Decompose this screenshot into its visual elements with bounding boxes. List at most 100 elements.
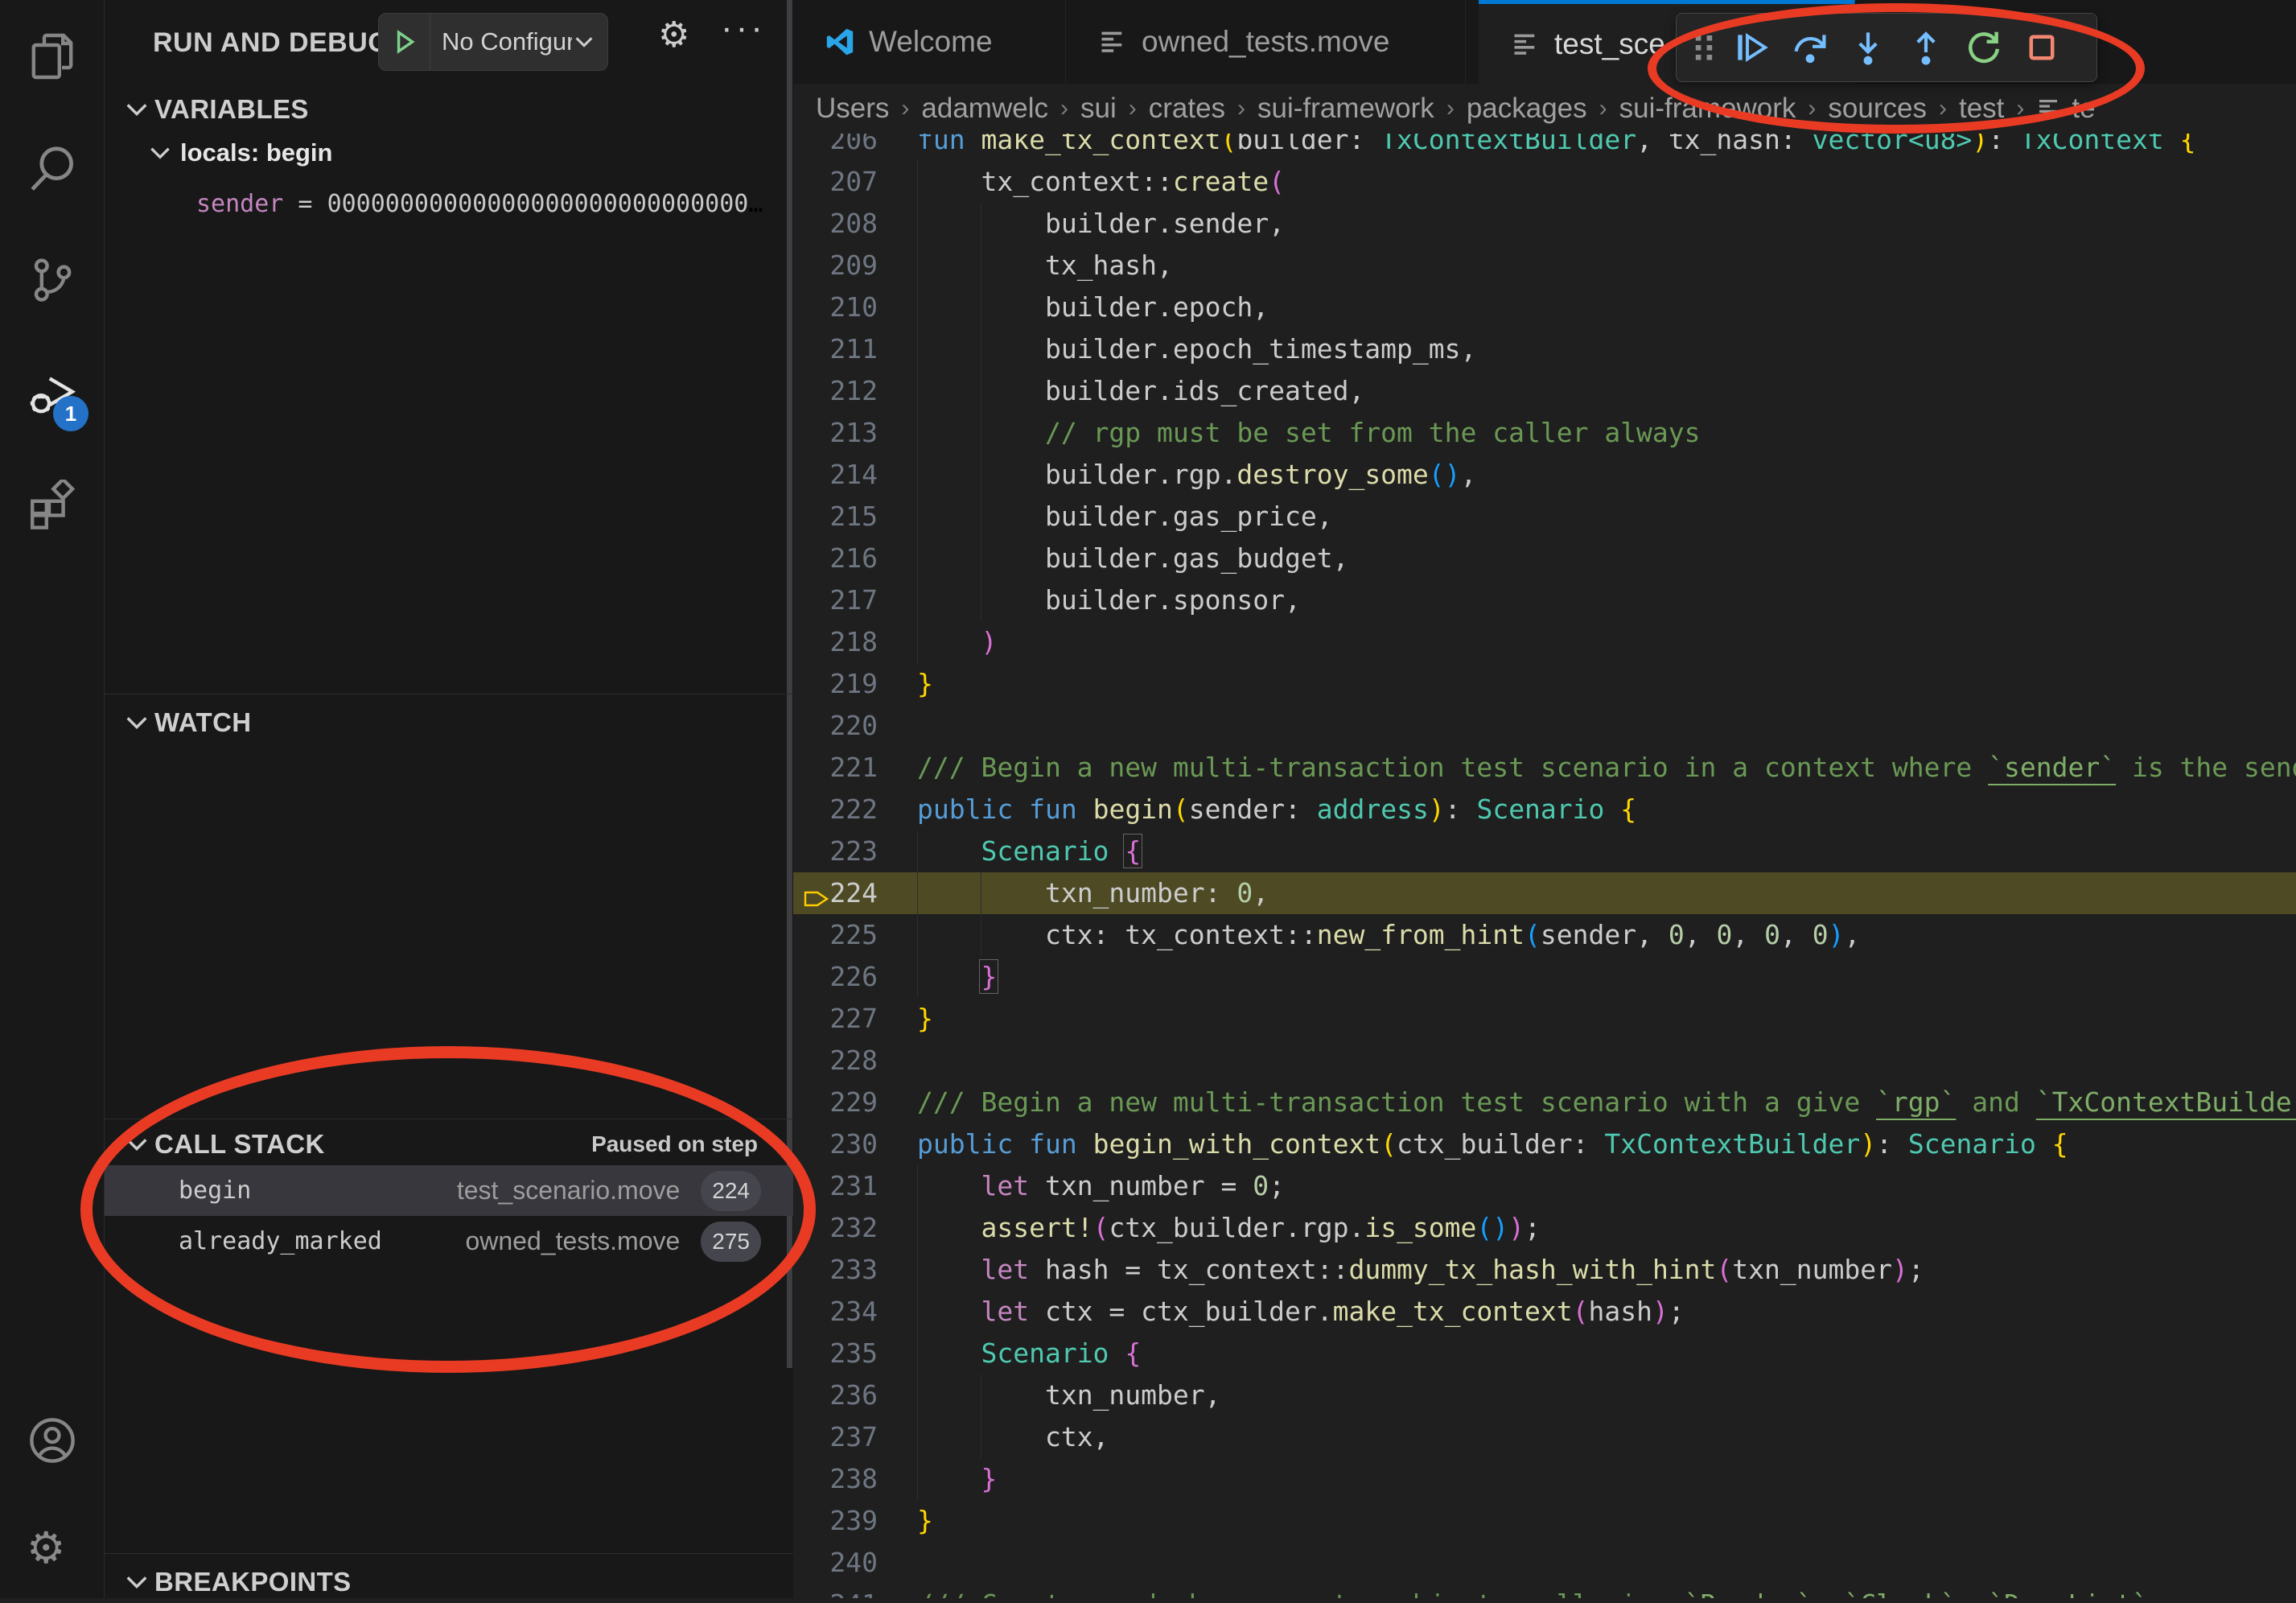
code-line[interactable]: 208 builder.sender,: [793, 203, 2296, 245]
line-number[interactable]: 217: [793, 579, 878, 621]
line-number[interactable]: 235: [793, 1333, 878, 1374]
line-number[interactable]: 207: [793, 161, 878, 203]
code-editor[interactable]: 206fun make_tx_context(builder: TxContex…: [793, 134, 2296, 1598]
tab-owned-tests[interactable]: owned_tests.move: [1066, 0, 1466, 84]
line-number[interactable]: 211: [793, 328, 878, 370]
code-line[interactable]: 222public fun begin(sender: address): Sc…: [793, 789, 2296, 830]
line-number[interactable]: 237: [793, 1416, 878, 1458]
code-line[interactable]: 206fun make_tx_context(builder: TxContex…: [793, 134, 2296, 161]
code-line[interactable]: 209 tx_hash,: [793, 245, 2296, 286]
breadcrumb-item[interactable]: sui: [1080, 93, 1117, 125]
settings-gear-icon[interactable]: ⚙: [27, 1523, 78, 1574]
call-stack-section-header[interactable]: CALL STACK Paused on step: [105, 1123, 793, 1165]
line-number[interactable]: 236: [793, 1374, 878, 1416]
code-line[interactable]: 212 builder.ids_created,: [793, 370, 2296, 412]
line-number[interactable]: 223: [793, 830, 878, 872]
code-line[interactable]: 239}: [793, 1500, 2296, 1542]
line-number[interactable]: 219: [793, 663, 878, 705]
code-line[interactable]: 232 assert!(ctx_builder.rgp.is_some());: [793, 1207, 2296, 1249]
breadcrumb-item[interactable]: Users: [816, 93, 889, 125]
line-number[interactable]: 214: [793, 454, 878, 496]
call-stack-frame[interactable]: already_marked owned_tests.move 275: [105, 1216, 793, 1267]
code-line[interactable]: 225 ctx: tx_context::new_from_hint(sende…: [793, 914, 2296, 956]
code-line[interactable]: 240: [793, 1542, 2296, 1584]
line-number[interactable]: 228: [793, 1040, 878, 1082]
line-number[interactable]: 220: [793, 705, 878, 747]
line-number[interactable]: 231: [793, 1165, 878, 1207]
breadcrumb-item[interactable]: sources: [1828, 93, 1927, 125]
breadcrumb-item[interactable]: te: [2036, 93, 2095, 125]
call-stack-frame[interactable]: begin test_scenario.move 224: [105, 1165, 793, 1216]
code-line[interactable]: 241/// Creates and shares system objects…: [793, 1584, 2296, 1598]
tab-welcome[interactable]: Welcome: [793, 0, 1066, 84]
watch-section-header[interactable]: WATCH: [105, 702, 793, 744]
line-number[interactable]: 239: [793, 1500, 878, 1542]
line-number[interactable]: 216: [793, 538, 878, 579]
variable-row-sender[interactable]: sender = 0000000000000000000000000000000…: [196, 190, 776, 218]
search-icon[interactable]: [27, 143, 78, 195]
breakpoints-section-header[interactable]: BREAKPOINTS: [105, 1561, 793, 1603]
line-number[interactable]: 221: [793, 747, 878, 789]
code-line[interactable]: 231 let txn_number = 0;: [793, 1165, 2296, 1207]
line-number[interactable]: 233: [793, 1249, 878, 1291]
code-line[interactable]: 207 tx_context::create(: [793, 161, 2296, 203]
code-line[interactable]: 219}: [793, 663, 2296, 705]
code-line[interactable]: 226 }: [793, 956, 2296, 998]
code-line[interactable]: 236 txn_number,: [793, 1374, 2296, 1416]
code-line[interactable]: 230public fun begin_with_context(ctx_bui…: [793, 1123, 2296, 1165]
code-line[interactable]: 221/// Begin a new multi-transaction tes…: [793, 747, 2296, 789]
code-line[interactable]: 227}: [793, 998, 2296, 1040]
breadcrumb-item[interactable]: packages: [1467, 93, 1587, 125]
gear-icon[interactable]: ⚙: [658, 14, 689, 56]
step-over-icon[interactable]: [1781, 19, 1839, 76]
code-line[interactable]: 235 Scenario {: [793, 1333, 2296, 1374]
line-number[interactable]: 209: [793, 245, 878, 286]
start-debug-icon[interactable]: [379, 14, 430, 70]
debug-config-button[interactable]: No Configura: [378, 13, 608, 71]
drag-handle-icon[interactable]: [1685, 19, 1723, 76]
breadcrumb-item[interactable]: crates: [1149, 93, 1225, 125]
code-line[interactable]: 217 builder.sponsor,: [793, 579, 2296, 621]
section-divider[interactable]: [105, 1553, 793, 1554]
code-line[interactable]: 214 builder.rgp.destroy_some(),: [793, 454, 2296, 496]
code-line[interactable]: 234 let ctx = ctx_builder.make_tx_contex…: [793, 1291, 2296, 1333]
code-line[interactable]: 215 builder.gas_price,: [793, 496, 2296, 538]
breadcrumb-item[interactable]: adamwelc: [921, 93, 1048, 125]
breadcrumb-item[interactable]: sui-framework: [1619, 93, 1796, 125]
explorer-icon[interactable]: [27, 31, 78, 82]
line-number[interactable]: 230: [793, 1123, 878, 1165]
line-number[interactable]: 238: [793, 1458, 878, 1500]
code-line[interactable]: 211 builder.epoch_timestamp_ms,: [793, 328, 2296, 370]
code-line[interactable]: 218 ): [793, 621, 2296, 663]
line-number[interactable]: 210: [793, 286, 878, 328]
accounts-icon[interactable]: [27, 1415, 78, 1466]
continue-icon[interactable]: [1723, 19, 1781, 76]
line-number[interactable]: 224: [793, 872, 878, 914]
breadcrumb-item[interactable]: test: [1959, 93, 2004, 125]
breadcrumb-item[interactable]: sui-framework: [1257, 93, 1434, 125]
line-number[interactable]: 234: [793, 1291, 878, 1333]
line-number[interactable]: 227: [793, 998, 878, 1040]
line-number[interactable]: 222: [793, 789, 878, 830]
line-number[interactable]: 208: [793, 203, 878, 245]
variables-scope-row[interactable]: locals: begin: [146, 138, 332, 167]
line-number[interactable]: 215: [793, 496, 878, 538]
line-number[interactable]: 240: [793, 1542, 878, 1584]
line-number[interactable]: 232: [793, 1207, 878, 1249]
step-into-icon[interactable]: [1839, 19, 1897, 76]
code-line[interactable]: 233 let hash = tx_context::dummy_tx_hash…: [793, 1249, 2296, 1291]
code-line[interactable]: 224 txn_number: 0,: [793, 872, 2296, 914]
line-number[interactable]: 229: [793, 1082, 878, 1123]
code-line[interactable]: 229/// Begin a new multi-transaction tes…: [793, 1082, 2296, 1123]
line-number[interactable]: 218: [793, 621, 878, 663]
step-out-icon[interactable]: [1897, 19, 1955, 76]
code-line[interactable]: 210 builder.epoch,: [793, 286, 2296, 328]
code-line[interactable]: 228: [793, 1040, 2296, 1082]
line-number[interactable]: 212: [793, 370, 878, 412]
extensions-icon[interactable]: [27, 480, 78, 531]
restart-icon[interactable]: [1955, 19, 2013, 76]
variables-section-header[interactable]: VARIABLES: [105, 89, 793, 130]
source-control-icon[interactable]: [27, 254, 78, 306]
line-number[interactable]: 241: [793, 1584, 878, 1598]
code-line[interactable]: 213 // rgp must be set from the caller a…: [793, 412, 2296, 454]
